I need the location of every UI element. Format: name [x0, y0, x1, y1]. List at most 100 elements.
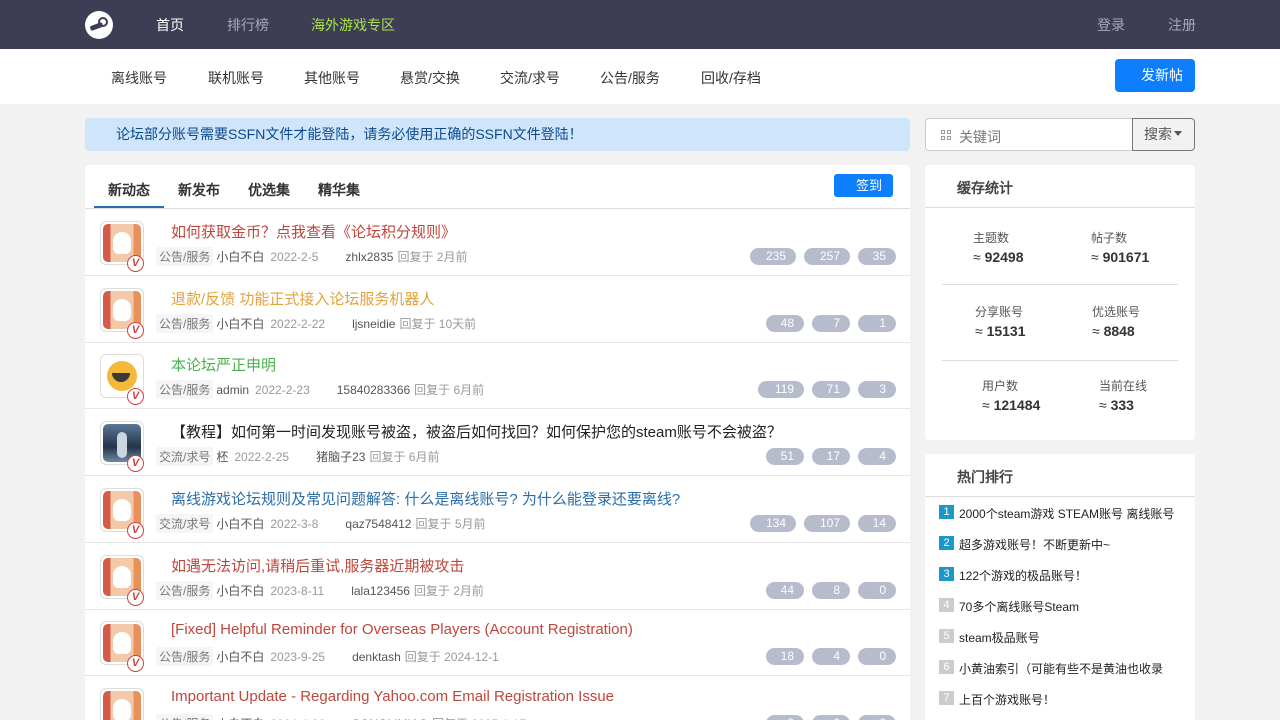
thread-meta: 公告/服务 小白不白 2022-2-5 zhlx2835 回复于 2月前 — [156, 247, 467, 266]
tab-featured[interactable]: 精华集 — [318, 180, 360, 200]
approx-sign: ≈ — [1092, 323, 1100, 339]
thread-author[interactable]: 小白不白 — [216, 517, 264, 531]
thread-author[interactable]: 小白不白 — [216, 650, 264, 664]
nav-home[interactable]: 首页 — [156, 15, 184, 35]
last-reply-user[interactable]: denktash — [352, 650, 401, 664]
thread-author[interactable]: 小白不白 — [216, 584, 264, 598]
thread-row[interactable]: V 离线游戏论坛规则及常见问题解答: 什么是离线账号? 为什么能登录还要离线? 交流… — [85, 476, 910, 543]
stat-label: 优选账号 — [1092, 305, 1141, 319]
thread-title[interactable]: 【教程】如何第一时间发现账号被盗，被盗后如何找回？如何保护您的steam账号不会… — [171, 421, 782, 442]
thread-row[interactable]: V 如何获取金币？点我查看《论坛积分规则》 公告/服务 小白不白 2022-2-5 zhl… — [85, 209, 910, 276]
thread-category[interactable]: 公告/服务 — [156, 647, 214, 667]
thread-title[interactable]: 离线游戏论坛规则及常见问题解答: 什么是离线账号? 为什么能登录还要离线? — [171, 488, 680, 509]
hot-item-title[interactable]: 70多个离线账号Steam — [959, 600, 1079, 614]
category-offline-accounts[interactable]: 离线账号 — [111, 68, 167, 88]
search-button[interactable]: 搜索 — [1132, 118, 1195, 151]
notice-banner: 论坛部分账号需要SSFN文件才能登陆，请务必使用正确的SSFN文件登陆！ — [85, 118, 910, 151]
steam-logo-icon[interactable] — [85, 11, 113, 39]
avatar[interactable] — [100, 687, 144, 720]
hot-item[interactable]: 1 2000个steam游戏 STEAM账号 离线账号 — [939, 505, 1174, 521]
category-other-accounts[interactable]: 其他账号 — [304, 68, 360, 88]
thread-title[interactable]: 退款/反馈 功能正式接入论坛服务机器人 — [171, 288, 434, 309]
category-recycle-saves[interactable]: 回收/存档 — [701, 68, 761, 88]
thread-category[interactable]: 交流/求号 — [156, 447, 214, 467]
replies-count: 4 — [812, 648, 850, 666]
tab-new-posts[interactable]: 新发布 — [178, 180, 220, 200]
thread-list-card: 新动态 新发布 优选集 精华集 签到 V 如何获取金币？点我查看《论坛积分规则》公… — [85, 165, 910, 720]
thread-author[interactable]: 柸 — [216, 450, 228, 464]
thread-title[interactable]: 如遇无法访问,请稍后重试,服务器近期被攻击 — [171, 555, 464, 576]
search-input[interactable]: 关键词 — [925, 118, 1133, 151]
hot-item-title[interactable]: 小黄油索引（可能有些不是黄油也收录 — [959, 662, 1163, 676]
last-reply-user[interactable]: 15840283366 — [337, 383, 410, 397]
hot-item-title[interactable]: 2000个steam游戏 STEAM账号 离线账号 — [959, 507, 1174, 521]
thread-category[interactable]: 公告/服务 — [156, 713, 214, 720]
verified-badge-icon: V — [127, 255, 144, 272]
stat-label: 当前在线 — [1099, 379, 1148, 393]
thread-row[interactable]: V 退款/反馈 功能正式接入论坛服务机器人 公告/服务 小白不白 2022-2-22 lj… — [85, 276, 910, 343]
hot-item[interactable]: 7 上百个游戏账号！ — [939, 691, 1055, 707]
new-post-button[interactable]: 发新帖 — [1115, 59, 1195, 92]
hot-item[interactable]: 3 122个游戏的极品账号！ — [939, 567, 1087, 583]
last-reply-time: 回复于 2月前 — [413, 583, 484, 598]
stat-value: 333 — [1110, 397, 1134, 413]
last-reply-time: 回复于 2024-12-1 — [404, 650, 499, 665]
thread-meta: 交流/求号柸 2022-2-25 猪脑子23 回复于 6月前 — [156, 447, 439, 467]
thread-title[interactable]: 本论坛严正申明 — [171, 354, 276, 375]
thread-meta: 公告/服务 小白不白 2023-8-11 lala123456 回复于 2月前 — [156, 580, 484, 600]
thread-title[interactable]: Important Update - Regarding Yahoo.com E… — [171, 688, 614, 705]
rank-badge: 2 — [939, 536, 954, 550]
hot-item[interactable]: 5 steam极品账号 — [939, 629, 1040, 645]
category-bounty-exchange[interactable]: 悬赏/交换 — [400, 68, 460, 88]
search-button-label: 搜索 — [1144, 126, 1172, 142]
thread-row[interactable]: V [Fixed] Helpful Reminder for Overseas P… — [85, 609, 910, 677]
thread-date: 2023-9-25 — [270, 650, 326, 665]
thread-category[interactable]: 交流/求号 — [156, 513, 214, 533]
thread-meta: 交流/求号 小白不白 2022-3-8 qaz7548412 回复于 5月前 — [156, 513, 486, 533]
thread-category[interactable]: 公告/服务 — [156, 580, 214, 600]
thread-category[interactable]: 公告/服务 — [156, 313, 214, 333]
hot-item-title[interactable]: steam极品账号 — [959, 631, 1040, 645]
hot-item[interactable]: 4 70多个离线账号Steam — [939, 598, 1079, 614]
thread-author[interactable]: 小白不白 — [216, 250, 264, 264]
thread-category[interactable]: 公告/服务 — [156, 380, 214, 400]
hot-item[interactable]: 2 超多游戏账号！不断更新中~ — [939, 536, 1110, 552]
thread-author[interactable]: 小白不白 — [216, 317, 264, 331]
register-link[interactable]: 注册 — [1168, 15, 1196, 35]
nav-ranking[interactable]: 排行榜 — [227, 15, 269, 35]
approx-sign: ≈ — [1099, 397, 1107, 413]
thread-row[interactable]: VImportant Update - Regarding Yahoo.com … — [85, 676, 910, 720]
hot-item[interactable]: 6 小黄油索引（可能有些不是黄油也收录 — [939, 660, 1163, 676]
category-online-accounts[interactable]: 联机账号 — [208, 68, 264, 88]
thread-meta: 公告/服务小白不白2024-4-26SONGLIMIAO回复于 2025-1-1… — [156, 713, 526, 720]
category-announcement-service[interactable]: 公告/服务 — [600, 68, 660, 88]
last-reply-user[interactable]: qaz7548412 — [345, 517, 411, 531]
last-reply-user[interactable]: lala123456 — [351, 584, 410, 598]
thread-row[interactable]: V 本论坛严正申明 公告/服务 admin 2022-2-23 15840283366 回复… — [85, 342, 910, 410]
hot-item-title[interactable]: 122个游戏的极品账号！ — [959, 569, 1087, 583]
thread-category[interactable]: 公告/服务 — [156, 247, 214, 266]
replies-count: 107 — [804, 514, 850, 532]
thread-title[interactable]: 如何获取金币？点我查看《论坛积分规则》 — [171, 221, 456, 242]
nav-overseas-games[interactable]: 海外游戏专区 — [311, 15, 395, 35]
replies-count: 71 — [812, 381, 850, 399]
last-reply-user[interactable]: ljsneidie — [352, 317, 395, 331]
login-link[interactable]: 登录 — [1097, 15, 1125, 35]
search-placeholder: 关键词 — [959, 129, 1001, 145]
thread-row[interactable]: V 如遇无法访问,请稍后重试,服务器近期被攻击 公告/服务 小白不白 2023-8-11… — [85, 543, 910, 610]
signin-button[interactable]: 签到 — [834, 174, 893, 197]
thread-author[interactable]: admin — [216, 383, 249, 397]
last-reply-user[interactable]: zhlx2835 — [345, 250, 393, 264]
tab-selected[interactable]: 优选集 — [248, 180, 290, 200]
category-discussion-request[interactable]: 交流/求号 — [500, 68, 560, 88]
thread-row[interactable]: V 【教程】如何第一时间发现账号被盗，被盗后如何找回？如何保护您的steam账号不… — [85, 409, 910, 477]
hot-item-title[interactable]: 超多游戏账号！不断更新中~ — [959, 538, 1110, 552]
stat-value: 901671 — [1102, 249, 1150, 265]
last-reply-time: 回复于 5月前 — [415, 516, 486, 531]
hot-item-title[interactable]: 上百个游戏账号！ — [959, 693, 1055, 707]
thread-title[interactable]: [Fixed] Helpful Reminder for Overseas Pl… — [171, 621, 633, 638]
replies-count: 7 — [812, 314, 850, 332]
tab-latest-activity[interactable]: 新动态 — [108, 180, 150, 200]
last-reply-user[interactable]: 猪脑子23 — [316, 450, 365, 464]
active-tab-indicator — [94, 206, 164, 208]
